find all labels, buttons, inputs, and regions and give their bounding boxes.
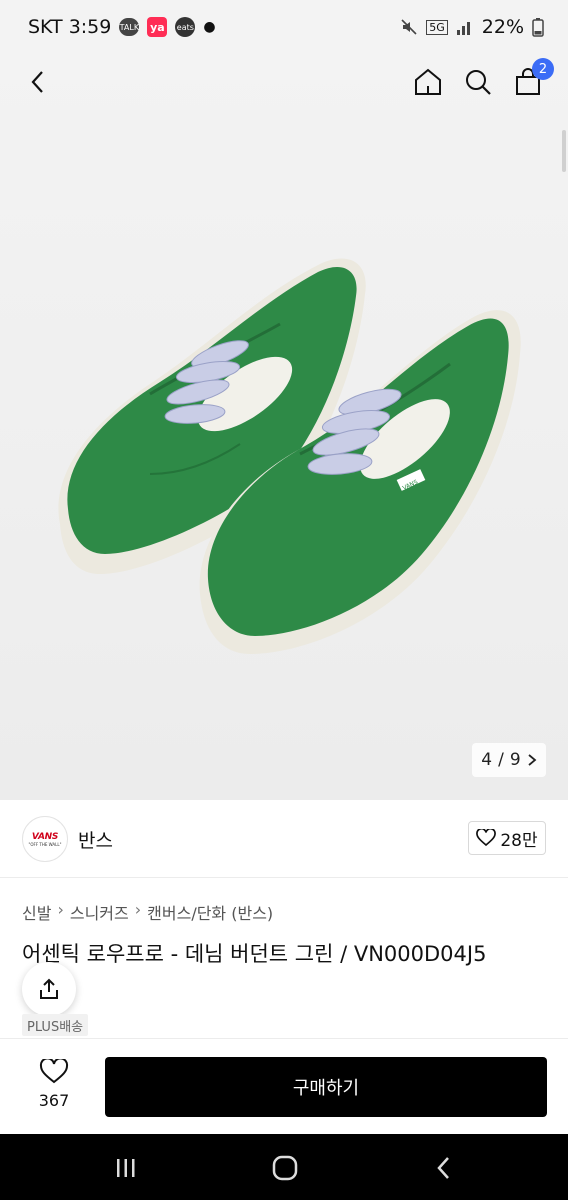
cart-count-badge: 2 (532, 58, 554, 80)
search-button[interactable] (460, 64, 496, 100)
image-counter-total: 9 (509, 750, 521, 770)
heart-icon (39, 1059, 69, 1084)
carrier-time: SKT 3:59 (28, 16, 112, 38)
share-icon (40, 978, 58, 999)
home-circle-icon (272, 1155, 298, 1181)
chevron-left-icon (31, 71, 43, 93)
kakaotalk-icon: TALK (119, 18, 140, 36)
share-button[interactable] (22, 962, 76, 1016)
shoe-illustration: VANS (58, 258, 521, 654)
image-counter-current: 4 (481, 750, 493, 770)
brand-logo-text: VANS (31, 831, 59, 842)
image-counter[interactable]: 4 / 9 (472, 743, 546, 777)
status-bar: SKT 3:59 TALK ya eats ● 5G 22% (0, 0, 568, 54)
breadcrumb-separator-icon: › (134, 900, 142, 919)
brand-logo[interactable]: VANS "OFF THE WALL" (22, 816, 68, 862)
chevron-right-icon (528, 754, 537, 766)
breadcrumb: 신발 › 스니커즈 › 캔버스/단화 (반스) (22, 900, 273, 924)
heart-icon (476, 829, 497, 847)
cart-button[interactable]: 2 (510, 58, 554, 100)
scrollbar[interactable] (562, 130, 566, 172)
back-arrow-icon (437, 1157, 449, 1179)
ya-app-icon: ya (147, 17, 168, 37)
breadcrumb-item[interactable]: 신발 (22, 900, 51, 924)
home-button[interactable] (410, 64, 446, 100)
plus-delivery-badge: PLUS배송 (22, 1014, 89, 1036)
bottom-action-bar: 367 구매하기 (0, 1038, 568, 1135)
brand-like-button[interactable]: 28만 (468, 821, 546, 855)
brand-logo-tagline: "OFF THE WALL" (28, 841, 62, 847)
system-navigation-bar (0, 1134, 568, 1200)
image-counter-separator: / (498, 750, 504, 770)
coupang-eats-icon: eats (175, 17, 196, 37)
home-icon (415, 68, 441, 95)
brand-row: VANS "OFF THE WALL" 반스 28만 (0, 800, 568, 878)
status-left: SKT 3:59 TALK ya eats ● (28, 16, 216, 38)
more-notifications-icon: ● (203, 19, 216, 35)
battery-icon (532, 18, 544, 37)
brand-name[interactable]: 반스 (78, 826, 113, 853)
wishlist-count: 367 (38, 1091, 70, 1110)
product-image[interactable]: VANS (0, 54, 568, 800)
top-nav: 2 (0, 54, 568, 110)
eats-label: eats (176, 22, 194, 32)
home-system-button[interactable] (265, 1148, 305, 1188)
status-right: 5G 22% (400, 16, 544, 38)
product-title: 어센틱 로우프로 - 데님 버던트 그린 / VN000D04J5 (22, 942, 487, 966)
network-type: 5G (426, 19, 448, 35)
breadcrumb-separator-icon: › (57, 900, 64, 919)
search-icon (466, 70, 491, 95)
back-system-button[interactable] (424, 1148, 464, 1188)
signal-icon (456, 22, 470, 35)
mute-icon (401, 19, 417, 35)
back-button[interactable] (20, 64, 56, 100)
buy-button[interactable]: 구매하기 (105, 1057, 547, 1117)
breadcrumb-item[interactable]: 스니커즈 (70, 900, 129, 924)
recent-apps-icon (117, 1159, 135, 1177)
ya-label: ya (150, 20, 165, 34)
talk-label: TALK (119, 22, 140, 32)
brand-like-count: 28만 (500, 830, 538, 851)
battery-percent: 22% (481, 16, 524, 38)
recent-apps-button[interactable] (106, 1148, 146, 1188)
wishlist-button[interactable]: 367 (22, 1059, 86, 1119)
breadcrumb-item[interactable]: 캔버스/단화 (반스) (147, 900, 273, 924)
